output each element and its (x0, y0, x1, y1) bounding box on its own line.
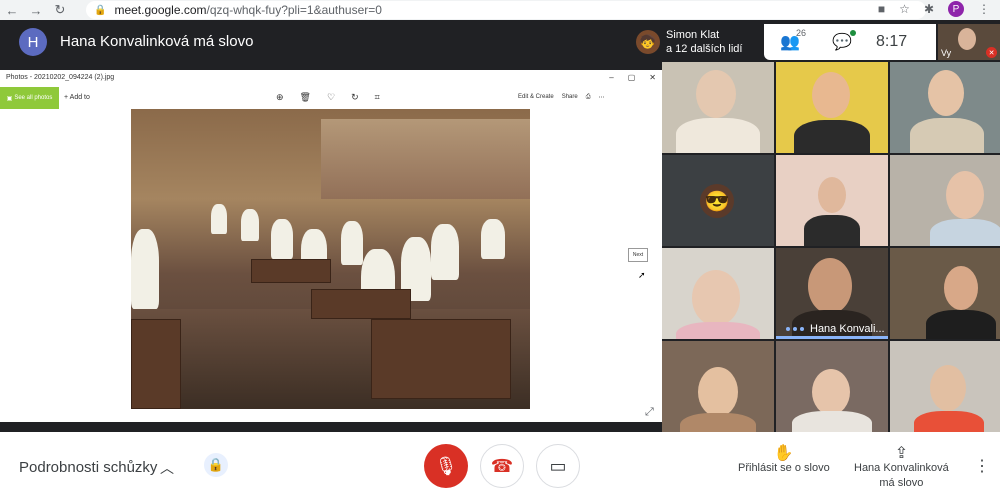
crop-icon[interactable]: ⌗ (375, 92, 380, 103)
photos-icon: ▣ (6, 95, 13, 102)
share-button[interactable]: Share (562, 94, 578, 101)
chat-unread-dot (850, 30, 856, 36)
next-photo-button[interactable]: Next (628, 248, 648, 262)
meet-control-bar: Podrobnosti schůzky ︿ 🔒 🎙 ☎ ▭ ✋ Přihlási… (0, 432, 1000, 497)
meeting-details-button[interactable]: Podrobnosti schůzky (19, 459, 157, 476)
leave-call-button[interactable]: ☎ (480, 444, 524, 488)
active-speaker-bar (776, 336, 888, 339)
people-button[interactable]: 👥 26 (764, 28, 816, 52)
presenter-line1: Hana Konvalinková (854, 462, 949, 474)
browser-menu-icon[interactable]: ⋮ (978, 2, 990, 16)
fullscreen-icon[interactable]: ⤢ (645, 406, 654, 419)
active-speaker-label: Hana Konvali... (810, 323, 885, 335)
raise-hand-icon: ✋ (773, 445, 794, 462)
participant-tile[interactable] (662, 248, 774, 339)
photo-toolbar: ⊕ 🗑 ♡ ↻ ⌗ (276, 92, 380, 103)
microphone-toggle-button[interactable]: 🎙 (424, 444, 468, 488)
participant-tile[interactable] (662, 341, 774, 432)
speaker-title: Hana Konvalinková má slovo (60, 33, 254, 50)
url-path: /qzq-whqk-fuy?pli=1&authuser=0 (206, 3, 382, 17)
print-icon[interactable]: ⎙ (586, 94, 591, 101)
participant-tile[interactable] (890, 62, 1000, 153)
participant-tile[interactable] (662, 62, 774, 153)
back-icon[interactable]: ← (0, 0, 24, 20)
window-controls: – ▢ ✕ (609, 73, 656, 82)
participant-tile[interactable] (890, 248, 1000, 339)
camera-permission-icon[interactable]: ■ (878, 2, 885, 16)
participant-tile[interactable] (776, 341, 888, 432)
participant-grid: 😎 Hana Konvali... (662, 62, 1000, 432)
participant-name: Simon Klat (666, 29, 720, 41)
chat-button[interactable]: 💬 (816, 30, 868, 52)
chat-icon: 💬 (832, 34, 852, 51)
more-icon[interactable]: ⋯ (599, 94, 605, 101)
add-to-label: Add to (69, 94, 90, 101)
raise-hand-button[interactable]: ✋ Přihlásit se o slovo (738, 446, 830, 476)
photo-toolbar-right: Edit & Create Share ⎙ ⋯ (518, 94, 605, 101)
mic-off-icon: 🎙 (434, 455, 458, 476)
more-options-icon[interactable]: ⋮ (974, 456, 990, 476)
address-bar[interactable]: 🔒 meet.google.com /qzq-whqk-fuy?pli=1&au… (86, 1, 926, 19)
mouse-cursor-icon: ➚ (638, 270, 646, 280)
reload-icon[interactable]: ↻ (48, 0, 72, 20)
favorite-icon[interactable]: ♡ (327, 92, 335, 103)
url-host: meet.google.com (114, 3, 207, 17)
forward-icon[interactable]: → (24, 0, 48, 20)
minimize-icon[interactable]: – (609, 73, 613, 82)
host-controls-shield-icon[interactable]: 🔒 (204, 453, 228, 477)
participant-tile[interactable] (890, 341, 1000, 432)
participant-count: 26 (796, 28, 807, 38)
browser-actions: ■ ☆ ✱ P ⋮ (878, 1, 990, 17)
meet-info-panel: 👥 26 💬 8:17 (764, 24, 936, 60)
speaker-avatar: H (19, 28, 47, 56)
participant-tile[interactable] (776, 62, 888, 153)
raise-hand-label: Přihlásit se o slovo (738, 462, 830, 474)
participant-tile[interactable] (776, 155, 888, 246)
present-screen-icon: ⇪ (894, 445, 909, 462)
photos-window-title: Photos - 20210202_094224 (2).jpg (0, 70, 662, 86)
self-label: Vy (941, 48, 952, 58)
participant-tile[interactable]: 😎 (662, 155, 774, 246)
video-camera-icon: ▭ (549, 455, 567, 476)
chevron-up-icon[interactable]: ︿ (160, 458, 174, 478)
see-all-photos-button[interactable]: ▣ See all photos (0, 87, 59, 109)
self-face (958, 28, 976, 50)
participant-avatar: 🧒 (636, 30, 660, 54)
classroom-photo (131, 109, 530, 409)
camera-toggle-button[interactable]: ▭ (536, 444, 580, 488)
delete-icon[interactable]: 🗑 (300, 92, 311, 103)
zoom-icon[interactable]: ⊕ (276, 92, 284, 103)
participant-others: a 12 dalších lidí (666, 43, 743, 55)
maximize-icon[interactable]: ▢ (628, 73, 636, 82)
plus-icon: + (64, 94, 69, 101)
hang-up-icon: ☎ (490, 455, 514, 476)
see-all-label: See all photos (14, 95, 53, 101)
shared-screen: Photos - 20210202_094224 (2).jpg – ▢ ✕ ▣… (0, 70, 662, 422)
participant-tile[interactable] (890, 155, 1000, 246)
audio-indicator (786, 327, 804, 331)
lock-icon: 🔒 (94, 4, 107, 16)
rotate-icon[interactable]: ↻ (351, 92, 359, 103)
presenter-line2: má slovo (879, 477, 924, 489)
edit-create-button[interactable]: Edit & Create (518, 94, 554, 101)
extensions-icon[interactable]: ✱ (924, 2, 934, 16)
mic-off-icon: ✕ (986, 47, 997, 58)
close-icon[interactable]: ✕ (649, 73, 656, 82)
add-to-button[interactable]: + Add to (64, 94, 90, 101)
bookmark-star-icon[interactable]: ☆ (899, 2, 910, 16)
profile-avatar[interactable]: P (948, 1, 964, 17)
presenter-button[interactable]: ⇪ Hana Konvalinková má slovo (854, 446, 949, 491)
clock: 8:17 (876, 33, 908, 50)
participant-avatar: 😎 (700, 184, 734, 218)
self-view-tile[interactable]: Vy ✕ (938, 24, 1000, 60)
participant-tile-active[interactable]: Hana Konvali... (776, 248, 888, 339)
recent-participant-pill[interactable]: 🧒 Simon Klat a 12 dalších lidí (630, 24, 768, 60)
